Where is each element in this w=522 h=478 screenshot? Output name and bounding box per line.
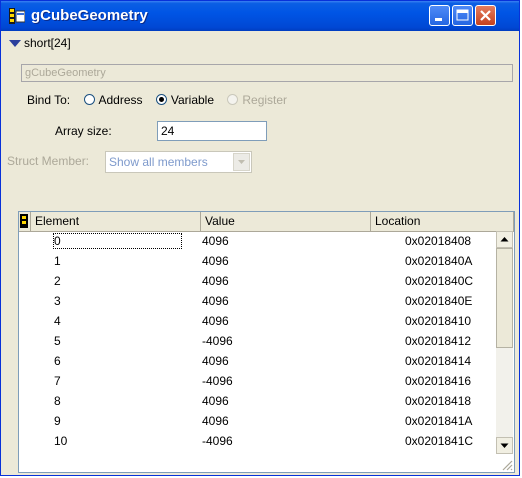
window-title: gCubeGeometry — [31, 7, 148, 24]
value-cell[interactable]: 4096 — [202, 394, 229, 408]
element-cell[interactable]: 1 — [54, 254, 61, 268]
maximize-icon — [456, 9, 469, 21]
bind-to-label: Bind To: — [27, 93, 71, 107]
table-row[interactable]: 5 -4096 0x02018412 — [19, 331, 496, 351]
array-size-row: Array size: 24 — [55, 121, 267, 141]
value-cell[interactable]: -4096 — [202, 374, 233, 388]
element-cell[interactable]: 10 — [54, 434, 67, 448]
collapse-triangle-icon[interactable] — [9, 40, 21, 48]
scroll-up-icon — [500, 237, 509, 242]
value-cell[interactable]: 4096 — [202, 294, 229, 308]
element-cell[interactable]: 0 — [53, 233, 182, 249]
location-cell: 0x02018418 — [405, 394, 472, 408]
element-cell[interactable]: 3 — [54, 294, 61, 308]
value-cell[interactable]: 4096 — [202, 314, 229, 328]
address-radio[interactable] — [83, 94, 95, 105]
column-header-element[interactable]: Element — [31, 212, 201, 231]
table-body: 0 4096 0x02018408 1 4096 0x0201840A 2 4096 0x0… — [19, 231, 496, 451]
close-button[interactable] — [475, 5, 496, 26]
array-size-label: Array size: — [55, 124, 112, 138]
value-cell[interactable]: 4096 — [202, 234, 229, 248]
tree-node-label: short[24] — [24, 36, 71, 50]
location-cell: 0x0201841C — [405, 434, 474, 448]
table-row[interactable]: 0 4096 0x02018408 — [19, 231, 496, 251]
scrollbar-thumb[interactable] — [496, 248, 513, 348]
variable-radio-label[interactable]: Variable — [171, 93, 214, 107]
location-cell: 0x0201840A — [405, 254, 473, 268]
dropdown-button — [233, 153, 250, 171]
register-radio-label: Register — [242, 93, 288, 107]
elements-table: Element Value Location 0 4096 0x02018408 1… — [18, 211, 515, 473]
scroll-up-button[interactable] — [496, 231, 513, 248]
column-header-value[interactable]: Value — [201, 212, 371, 231]
element-cell[interactable]: 4 — [54, 314, 61, 328]
table-header: Element Value Location — [19, 212, 514, 232]
close-icon — [480, 10, 491, 21]
table-row[interactable]: 2 4096 0x0201840C — [19, 271, 496, 291]
element-cell[interactable]: 6 — [54, 354, 61, 368]
watch-window: gCubeGeometry short[24] gCubeGeometry Bi… — [0, 0, 520, 476]
value-cell[interactable]: 4096 — [202, 254, 229, 268]
window-body: short[24] gCubeGeometry Bind To: Address… — [5, 31, 515, 473]
table-row[interactable]: 7 -4096 0x02018416 — [19, 371, 496, 391]
element-cell[interactable]: 2 — [54, 274, 61, 288]
pin-icon — [20, 214, 28, 228]
scroll-down-button[interactable] — [496, 437, 513, 454]
title-bar[interactable]: gCubeGeometry — [1, 1, 519, 31]
array-size-input[interactable]: 24 — [157, 121, 267, 141]
struct-member-row: Struct Member: Show all members — [7, 151, 252, 173]
maximize-button[interactable] — [452, 5, 473, 26]
location-cell: 0x02018408 — [405, 234, 472, 248]
table-row[interactable]: 9 4096 0x0201841A — [19, 411, 496, 431]
location-cell: 0x0201841A — [405, 414, 473, 428]
register-radio — [227, 94, 239, 105]
table-row[interactable]: 8 4096 0x02018418 — [19, 391, 496, 411]
location-cell: 0x02018412 — [405, 334, 472, 348]
vertical-scrollbar[interactable] — [496, 231, 513, 454]
tree-node[interactable]: short[24] — [9, 36, 71, 50]
table-row[interactable]: 4 4096 0x02018410 — [19, 311, 496, 331]
resize-grip-icon[interactable] — [501, 459, 513, 471]
window-icon — [9, 8, 25, 24]
variable-radio[interactable] — [155, 94, 167, 105]
value-cell[interactable]: 4096 — [202, 414, 229, 428]
location-cell: 0x0201840E — [405, 294, 473, 308]
element-cell[interactable]: 7 — [54, 374, 61, 388]
value-cell[interactable]: 4096 — [202, 274, 229, 288]
location-cell: 0x0201840C — [405, 274, 474, 288]
location-cell: 0x02018416 — [405, 374, 472, 388]
bind-to-group: Bind To: Address Variable Register — [27, 93, 287, 107]
table-row[interactable]: 10 -4096 0x0201841C — [19, 431, 496, 451]
expression-field: gCubeGeometry — [21, 64, 513, 82]
value-cell[interactable]: -4096 — [202, 334, 233, 348]
dropdown-arrow-icon — [238, 160, 245, 164]
scroll-down-icon — [500, 443, 509, 448]
table-row[interactable]: 3 4096 0x0201840E — [19, 291, 496, 311]
table-row[interactable]: 1 4096 0x0201840A — [19, 251, 496, 271]
value-cell[interactable]: 4096 — [202, 354, 229, 368]
pin-column-header[interactable] — [19, 212, 31, 231]
address-radio-label[interactable]: Address — [99, 93, 143, 107]
struct-member-label: Struct Member: — [7, 154, 90, 168]
minimize-button[interactable] — [429, 5, 450, 26]
location-cell: 0x02018410 — [405, 314, 472, 328]
struct-member-value: Show all members — [109, 155, 208, 169]
element-cell[interactable]: 8 — [54, 394, 61, 408]
minimize-icon — [435, 18, 442, 21]
location-cell: 0x02018414 — [405, 354, 472, 368]
struct-member-select: Show all members — [105, 151, 252, 173]
value-cell[interactable]: -4096 — [202, 434, 233, 448]
column-header-location[interactable]: Location — [371, 212, 514, 231]
element-cell[interactable]: 5 — [54, 334, 61, 348]
table-row[interactable]: 6 4096 0x02018414 — [19, 351, 496, 371]
element-cell[interactable]: 9 — [54, 414, 61, 428]
